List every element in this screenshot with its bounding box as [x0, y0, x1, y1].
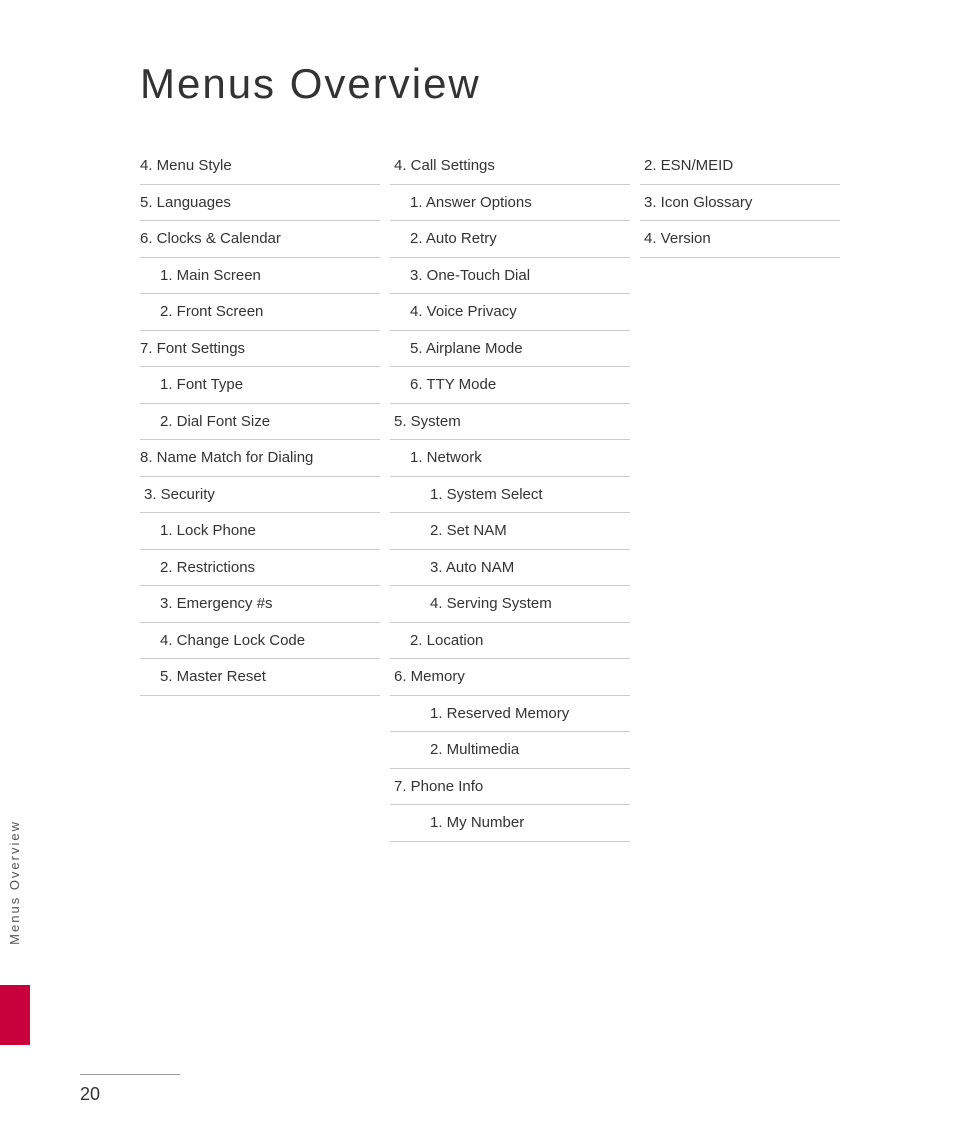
list-item: 2. Restrictions [140, 550, 380, 587]
list-item: 6. Clocks & Calendar [140, 221, 380, 258]
page-container: Menus Overview Menus Overview 4. Menu St… [0, 0, 954, 1145]
list-item: 3. One-Touch Dial [390, 258, 630, 295]
list-item: 4. Change Lock Code [140, 623, 380, 660]
sidebar-red-bar [0, 985, 30, 1045]
list-item: 6. TTY Mode [390, 367, 630, 404]
page-number: 20 [80, 1084, 100, 1105]
bottom-line [80, 1074, 180, 1075]
list-item: 5. Master Reset [140, 659, 380, 696]
sidebar-label: Menus Overview [8, 820, 21, 945]
list-item: 2. Set NAM [390, 513, 630, 550]
list-item: 1. Main Screen [140, 258, 380, 295]
list-item: 4. Version [640, 221, 840, 258]
list-item: 2. ESN/MEID [640, 148, 840, 185]
list-item: 3. Emergency #s [140, 586, 380, 623]
list-item: 7. Phone Info [390, 769, 630, 806]
column-3: 2. ESN/MEID3. Icon Glossary4. Version [640, 148, 840, 842]
list-item: 2. Front Screen [140, 294, 380, 331]
list-item: 8. Name Match for Dialing [140, 440, 380, 477]
page-title: Menus Overview [140, 60, 874, 108]
list-item: 1. Font Type [140, 367, 380, 404]
list-item: 1. My Number [390, 805, 630, 842]
list-item: 4. Voice Privacy [390, 294, 630, 331]
list-item: 5. Airplane Mode [390, 331, 630, 368]
list-item: 2. Multimedia [390, 732, 630, 769]
list-item: 3. Icon Glossary [640, 185, 840, 222]
list-item: 4. Menu Style [140, 148, 380, 185]
list-item: 1. Network [390, 440, 630, 477]
list-item: 5. System [390, 404, 630, 441]
content-area: 4. Menu Style5. Languages6. Clocks & Cal… [140, 148, 874, 842]
list-item: 6. Memory [390, 659, 630, 696]
list-item: 1. Lock Phone [140, 513, 380, 550]
list-item: 3. Security [140, 477, 380, 514]
list-item: 3. Auto NAM [390, 550, 630, 587]
list-item: 1. Answer Options [390, 185, 630, 222]
list-item: 5. Languages [140, 185, 380, 222]
list-item: 1. Reserved Memory [390, 696, 630, 733]
sidebar: Menus Overview [8, 820, 21, 945]
list-item: 2. Auto Retry [390, 221, 630, 258]
list-item: 2. Location [390, 623, 630, 660]
column-2: 4. Call Settings1. Answer Options2. Auto… [390, 148, 630, 842]
list-item: 1. System Select [390, 477, 630, 514]
list-item: 2. Dial Font Size [140, 404, 380, 441]
column-1: 4. Menu Style5. Languages6. Clocks & Cal… [140, 148, 380, 842]
list-item: 4. Serving System [390, 586, 630, 623]
list-item: 4. Call Settings [390, 148, 630, 185]
list-item: 7. Font Settings [140, 331, 380, 368]
